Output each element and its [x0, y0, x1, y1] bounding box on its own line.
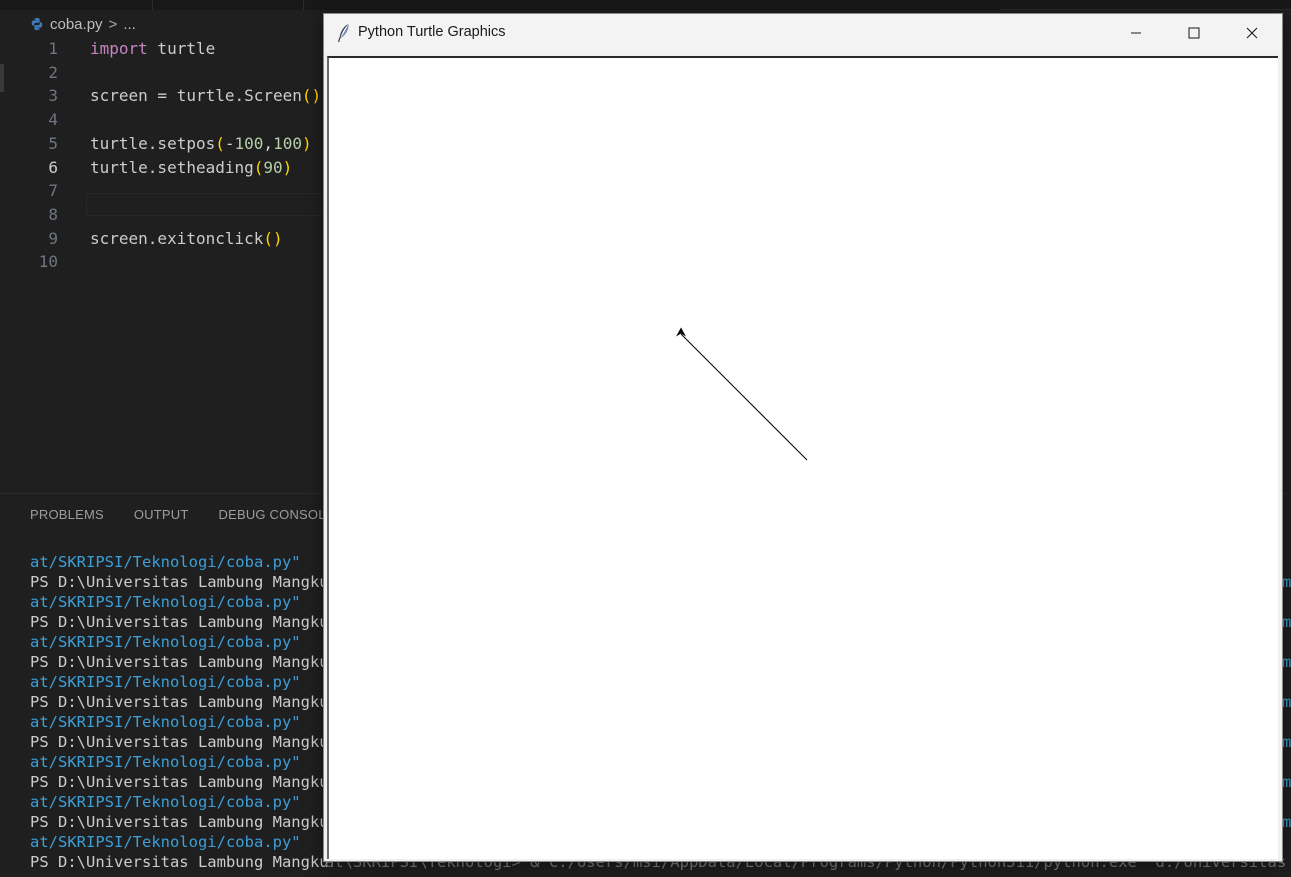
line-number: 7: [48, 181, 58, 201]
code-token: import: [90, 39, 148, 58]
terminal-overflow-fragment: m: [1282, 733, 1291, 751]
code-token: 100: [273, 133, 302, 153]
maximize-icon: [1188, 27, 1200, 39]
code-token: ): [301, 133, 312, 153]
breadcrumb: coba.py > ...: [30, 14, 136, 34]
maximize-button[interactable]: [1165, 14, 1223, 52]
chevron-right-icon: >: [108, 15, 118, 33]
tab-output[interactable]: OUTPUT: [134, 507, 189, 522]
terminal-overflow-fragment: m: [1282, 813, 1291, 831]
close-button[interactable]: [1223, 14, 1281, 52]
current-line-highlight: [86, 193, 326, 216]
turtle-canvas[interactable]: [327, 56, 1278, 859]
code-token: (: [253, 157, 264, 177]
line-number: 9: [48, 228, 58, 248]
line-number: 5: [48, 133, 58, 153]
python-file-icon: [31, 17, 43, 31]
editor-tab-strip: [0, 0, 1291, 10]
turtle-graphics-window[interactable]: Python Turtle Graphics: [323, 13, 1283, 862]
window-title: Python Turtle Graphics: [358, 24, 506, 40]
line-number: 4: [48, 110, 58, 130]
line-number: 1: [48, 39, 58, 58]
code-token: ,: [263, 133, 274, 153]
turtle-arrow-icon: [676, 327, 686, 337]
code-token: 90: [263, 157, 283, 177]
code-token: screen.exitonclick: [90, 228, 264, 248]
editor-tab[interactable]: [153, 0, 304, 10]
code-token: turtle: [147, 39, 216, 58]
line-number: 3: [48, 86, 58, 106]
code-text: turtle.setpos(-100,100): [90, 132, 312, 155]
line-number: 8: [48, 204, 58, 224]
code-token: (: [215, 133, 225, 153]
feather-icon: [338, 24, 349, 43]
code-token: ): [282, 157, 293, 177]
terminal-overflow-fragment: m: [1282, 773, 1291, 791]
terminal-overflow-fragment: m: [1282, 613, 1291, 631]
line-number: 6: [48, 157, 58, 177]
code-token: turtle.setheading: [90, 157, 254, 177]
code-text: screen = turtle.Screen(): [90, 84, 321, 107]
window-titlebar[interactable]: Python Turtle Graphics: [324, 14, 1282, 52]
line-number: 2: [48, 62, 58, 82]
turtle-trail-line: [680, 333, 808, 461]
terminal-overflow-fragment: m: [1282, 693, 1291, 711]
tab-debug-console[interactable]: DEBUG CONSOLE: [219, 507, 335, 522]
code-text: screen.exitonclick(): [90, 227, 283, 250]
minimize-button[interactable]: [1107, 14, 1165, 52]
panel-tabs: PROBLEMS OUTPUT DEBUG CONSOLE: [30, 507, 335, 522]
terminal-overflow-fragment: m: [1282, 653, 1291, 671]
code-token: 100: [234, 133, 264, 153]
code-token: screen = turtle.Screen: [90, 86, 302, 106]
minimize-icon: [1131, 32, 1141, 34]
code-token: -: [224, 133, 235, 153]
code-token: turtle.setpos: [90, 133, 216, 153]
code-text: turtle.setheading(90): [90, 156, 292, 179]
close-icon: [1246, 27, 1258, 39]
code-token: (): [263, 228, 283, 248]
editor-tab[interactable]: [0, 0, 153, 10]
tab-problems[interactable]: PROBLEMS: [30, 507, 104, 522]
breadcrumb-file[interactable]: coba.py: [50, 16, 103, 33]
tab-strip-divider: [1000, 9, 1291, 10]
line-number: 10: [38, 252, 58, 272]
turtle-canvas-drawing: [676, 327, 808, 461]
code-text: import turtle: [90, 37, 215, 60]
breadcrumb-more[interactable]: ...: [123, 16, 136, 33]
terminal-overflow-fragment: m: [1282, 573, 1291, 591]
code-token: (): [301, 86, 322, 106]
